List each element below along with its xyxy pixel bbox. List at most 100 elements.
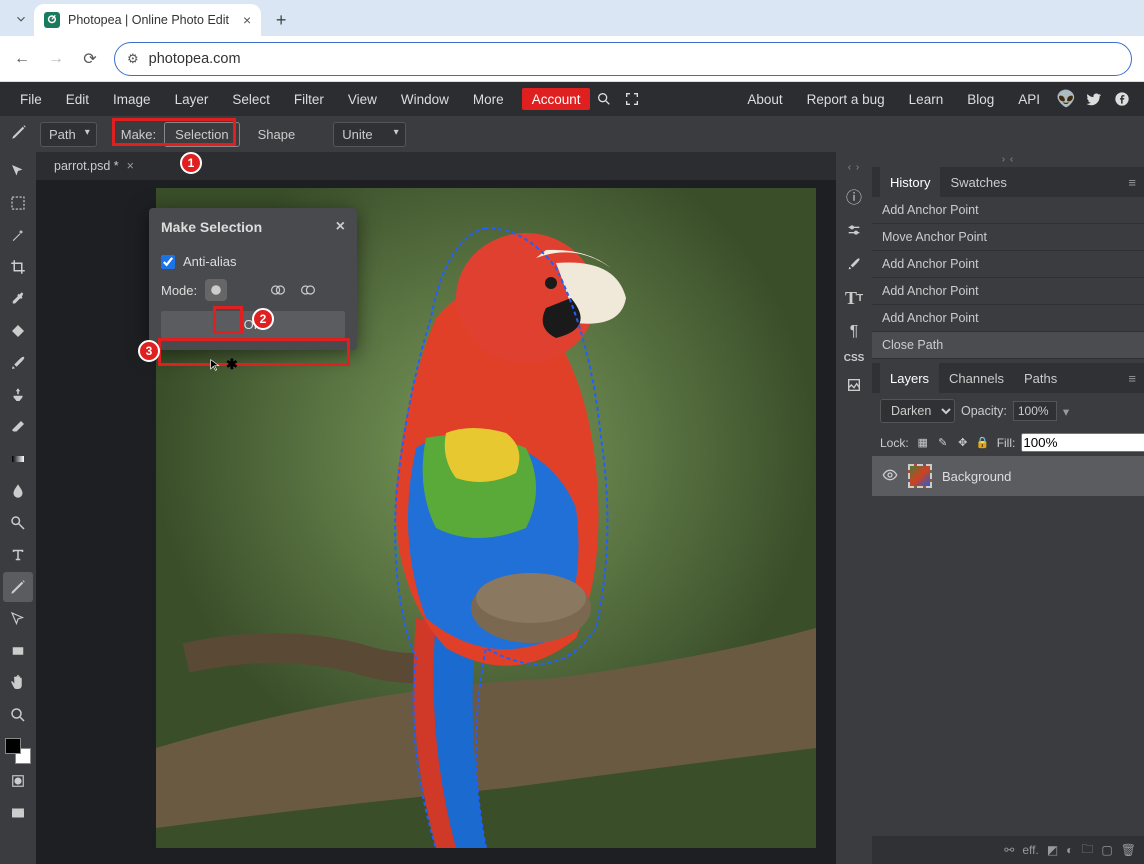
menu-more[interactable]: More	[461, 82, 516, 116]
healing-tool[interactable]	[3, 316, 33, 346]
path-select-tool[interactable]	[3, 604, 33, 634]
opacity-input[interactable]	[1013, 401, 1057, 421]
history-item[interactable]: Add Anchor Point	[872, 251, 1144, 278]
path-mode-select[interactable]: Path	[40, 122, 97, 147]
dodge-tool[interactable]	[3, 508, 33, 538]
link-report-bug[interactable]: Report a bug	[795, 82, 897, 116]
blur-tool[interactable]	[3, 476, 33, 506]
footer-adjustment-icon[interactable]: ◐	[1066, 843, 1073, 857]
layer-row-background[interactable]: Background	[872, 456, 1144, 496]
collapse-handle-right[interactable]: › ‹	[872, 152, 1144, 167]
type-tool[interactable]	[3, 540, 33, 570]
document-tab[interactable]: parrot.psd * ×	[46, 152, 142, 180]
tab-channels[interactable]: Channels	[939, 363, 1014, 393]
character-panel-icon[interactable]: TT	[841, 285, 867, 311]
twitter-icon[interactable]	[1080, 85, 1108, 113]
gradient-tool[interactable]	[3, 444, 33, 474]
make-selection-button[interactable]: Selection	[164, 122, 239, 147]
site-settings-icon[interactable]: ⚙	[127, 51, 139, 67]
link-learn[interactable]: Learn	[897, 82, 956, 116]
eraser-tool[interactable]	[3, 412, 33, 442]
tab-list-dropdown[interactable]	[8, 6, 34, 32]
nav-back-button[interactable]: ←	[12, 49, 32, 69]
footer-link-chain-icon[interactable]: ⚯	[1004, 843, 1014, 857]
history-panel-menu-icon[interactable]: ≡	[1128, 175, 1136, 190]
address-bar[interactable]: ⚙ photopea.com	[114, 42, 1132, 76]
search-icon[interactable]	[590, 85, 618, 113]
opacity-flyout-icon[interactable]: ▾	[1063, 404, 1069, 419]
footer-trash-icon[interactable]: 🗑	[1121, 843, 1136, 857]
reddit-icon[interactable]: 👽	[1052, 85, 1080, 113]
gallery-panel-icon[interactable]	[841, 372, 867, 398]
collapse-handle-left[interactable]: ‹ ›	[848, 160, 860, 175]
layers-panel-menu-icon[interactable]: ≡	[1128, 371, 1136, 386]
layer-visibility-icon[interactable]	[882, 467, 898, 486]
blend-mode-select[interactable]: Darken	[880, 399, 955, 423]
color-swatches[interactable]	[5, 738, 31, 764]
magic-wand-tool[interactable]	[3, 220, 33, 250]
fullscreen-icon[interactable]	[618, 85, 646, 113]
layer-thumbnail[interactable]	[908, 464, 932, 488]
menu-filter[interactable]: Filter	[282, 82, 336, 116]
link-blog[interactable]: Blog	[955, 82, 1006, 116]
eyedropper-tool[interactable]	[3, 284, 33, 314]
tab-close-icon[interactable]: ×	[243, 12, 251, 28]
menu-file[interactable]: File	[8, 82, 54, 116]
footer-new-layer-icon[interactable]: ▢	[1101, 843, 1112, 857]
path-combine-select[interactable]: Unite	[333, 122, 405, 147]
mode-subtract-icon[interactable]	[297, 279, 319, 301]
history-item[interactable]: Move Anchor Point	[872, 224, 1144, 251]
footer-mask-icon[interactable]: ◩	[1047, 843, 1058, 857]
mode-add-icon[interactable]	[267, 279, 289, 301]
nav-reload-button[interactable]: ⟳	[80, 49, 100, 69]
nav-forward-button[interactable]: →	[46, 49, 66, 69]
tab-paths[interactable]: Paths	[1014, 363, 1067, 393]
link-api[interactable]: API	[1006, 82, 1052, 116]
browser-tab-active[interactable]: ⵚ Photopea | Online Photo Edit ×	[34, 4, 261, 36]
menu-view[interactable]: View	[336, 82, 389, 116]
quick-mask-toggle[interactable]	[3, 766, 33, 796]
menu-layer[interactable]: Layer	[163, 82, 221, 116]
rectangle-tool[interactable]	[3, 636, 33, 666]
zoom-tool[interactable]	[3, 700, 33, 730]
tab-layers[interactable]: Layers	[880, 363, 939, 393]
menu-image[interactable]: Image	[101, 82, 163, 116]
fill-input[interactable]	[1021, 433, 1144, 452]
new-tab-button[interactable]: +	[267, 6, 295, 34]
screen-mode-toggle[interactable]	[3, 798, 33, 828]
brush-tool[interactable]	[3, 348, 33, 378]
history-item[interactable]: Close Path	[872, 332, 1144, 359]
antialias-checkbox[interactable]	[161, 255, 175, 269]
menu-window[interactable]: Window	[389, 82, 461, 116]
history-item[interactable]: Add Anchor Point	[872, 278, 1144, 305]
paragraph-panel-icon[interactable]: ¶	[841, 319, 867, 345]
link-about[interactable]: About	[735, 82, 794, 116]
tab-history[interactable]: History	[880, 167, 940, 197]
menu-account[interactable]: Account	[522, 88, 591, 110]
clone-tool[interactable]	[3, 380, 33, 410]
facebook-icon[interactable]	[1108, 85, 1136, 113]
footer-folder-icon[interactable]: 🗀	[1081, 840, 1093, 861]
tab-swatches[interactable]: Swatches	[940, 167, 1016, 197]
move-tool[interactable]	[3, 156, 33, 186]
css-panel-icon[interactable]: CSS	[844, 353, 865, 364]
brush-panel-icon[interactable]	[841, 251, 867, 277]
lock-transparency-icon[interactable]: ▦	[915, 435, 931, 451]
lock-position-icon[interactable]: ✥	[955, 435, 971, 451]
document-tab-close-icon[interactable]: ×	[127, 159, 134, 173]
make-shape-button[interactable]: Shape	[248, 123, 306, 146]
mode-new-icon[interactable]	[205, 279, 227, 301]
marquee-tool[interactable]	[3, 188, 33, 218]
history-item[interactable]: Add Anchor Point	[872, 305, 1144, 332]
dialog-close-icon[interactable]: ×	[336, 218, 345, 236]
footer-effects-label[interactable]: eff.	[1022, 843, 1038, 857]
lock-pixels-icon[interactable]: ✎	[935, 435, 951, 451]
info-panel-icon[interactable]: ⓘ	[841, 183, 867, 209]
crop-tool[interactable]	[3, 252, 33, 282]
adjustments-panel-icon[interactable]	[841, 217, 867, 243]
hand-tool[interactable]	[3, 668, 33, 698]
menu-select[interactable]: Select	[220, 82, 282, 116]
menu-edit[interactable]: Edit	[54, 82, 101, 116]
pen-tool[interactable]	[3, 572, 33, 602]
history-item[interactable]: Add Anchor Point	[872, 197, 1144, 224]
